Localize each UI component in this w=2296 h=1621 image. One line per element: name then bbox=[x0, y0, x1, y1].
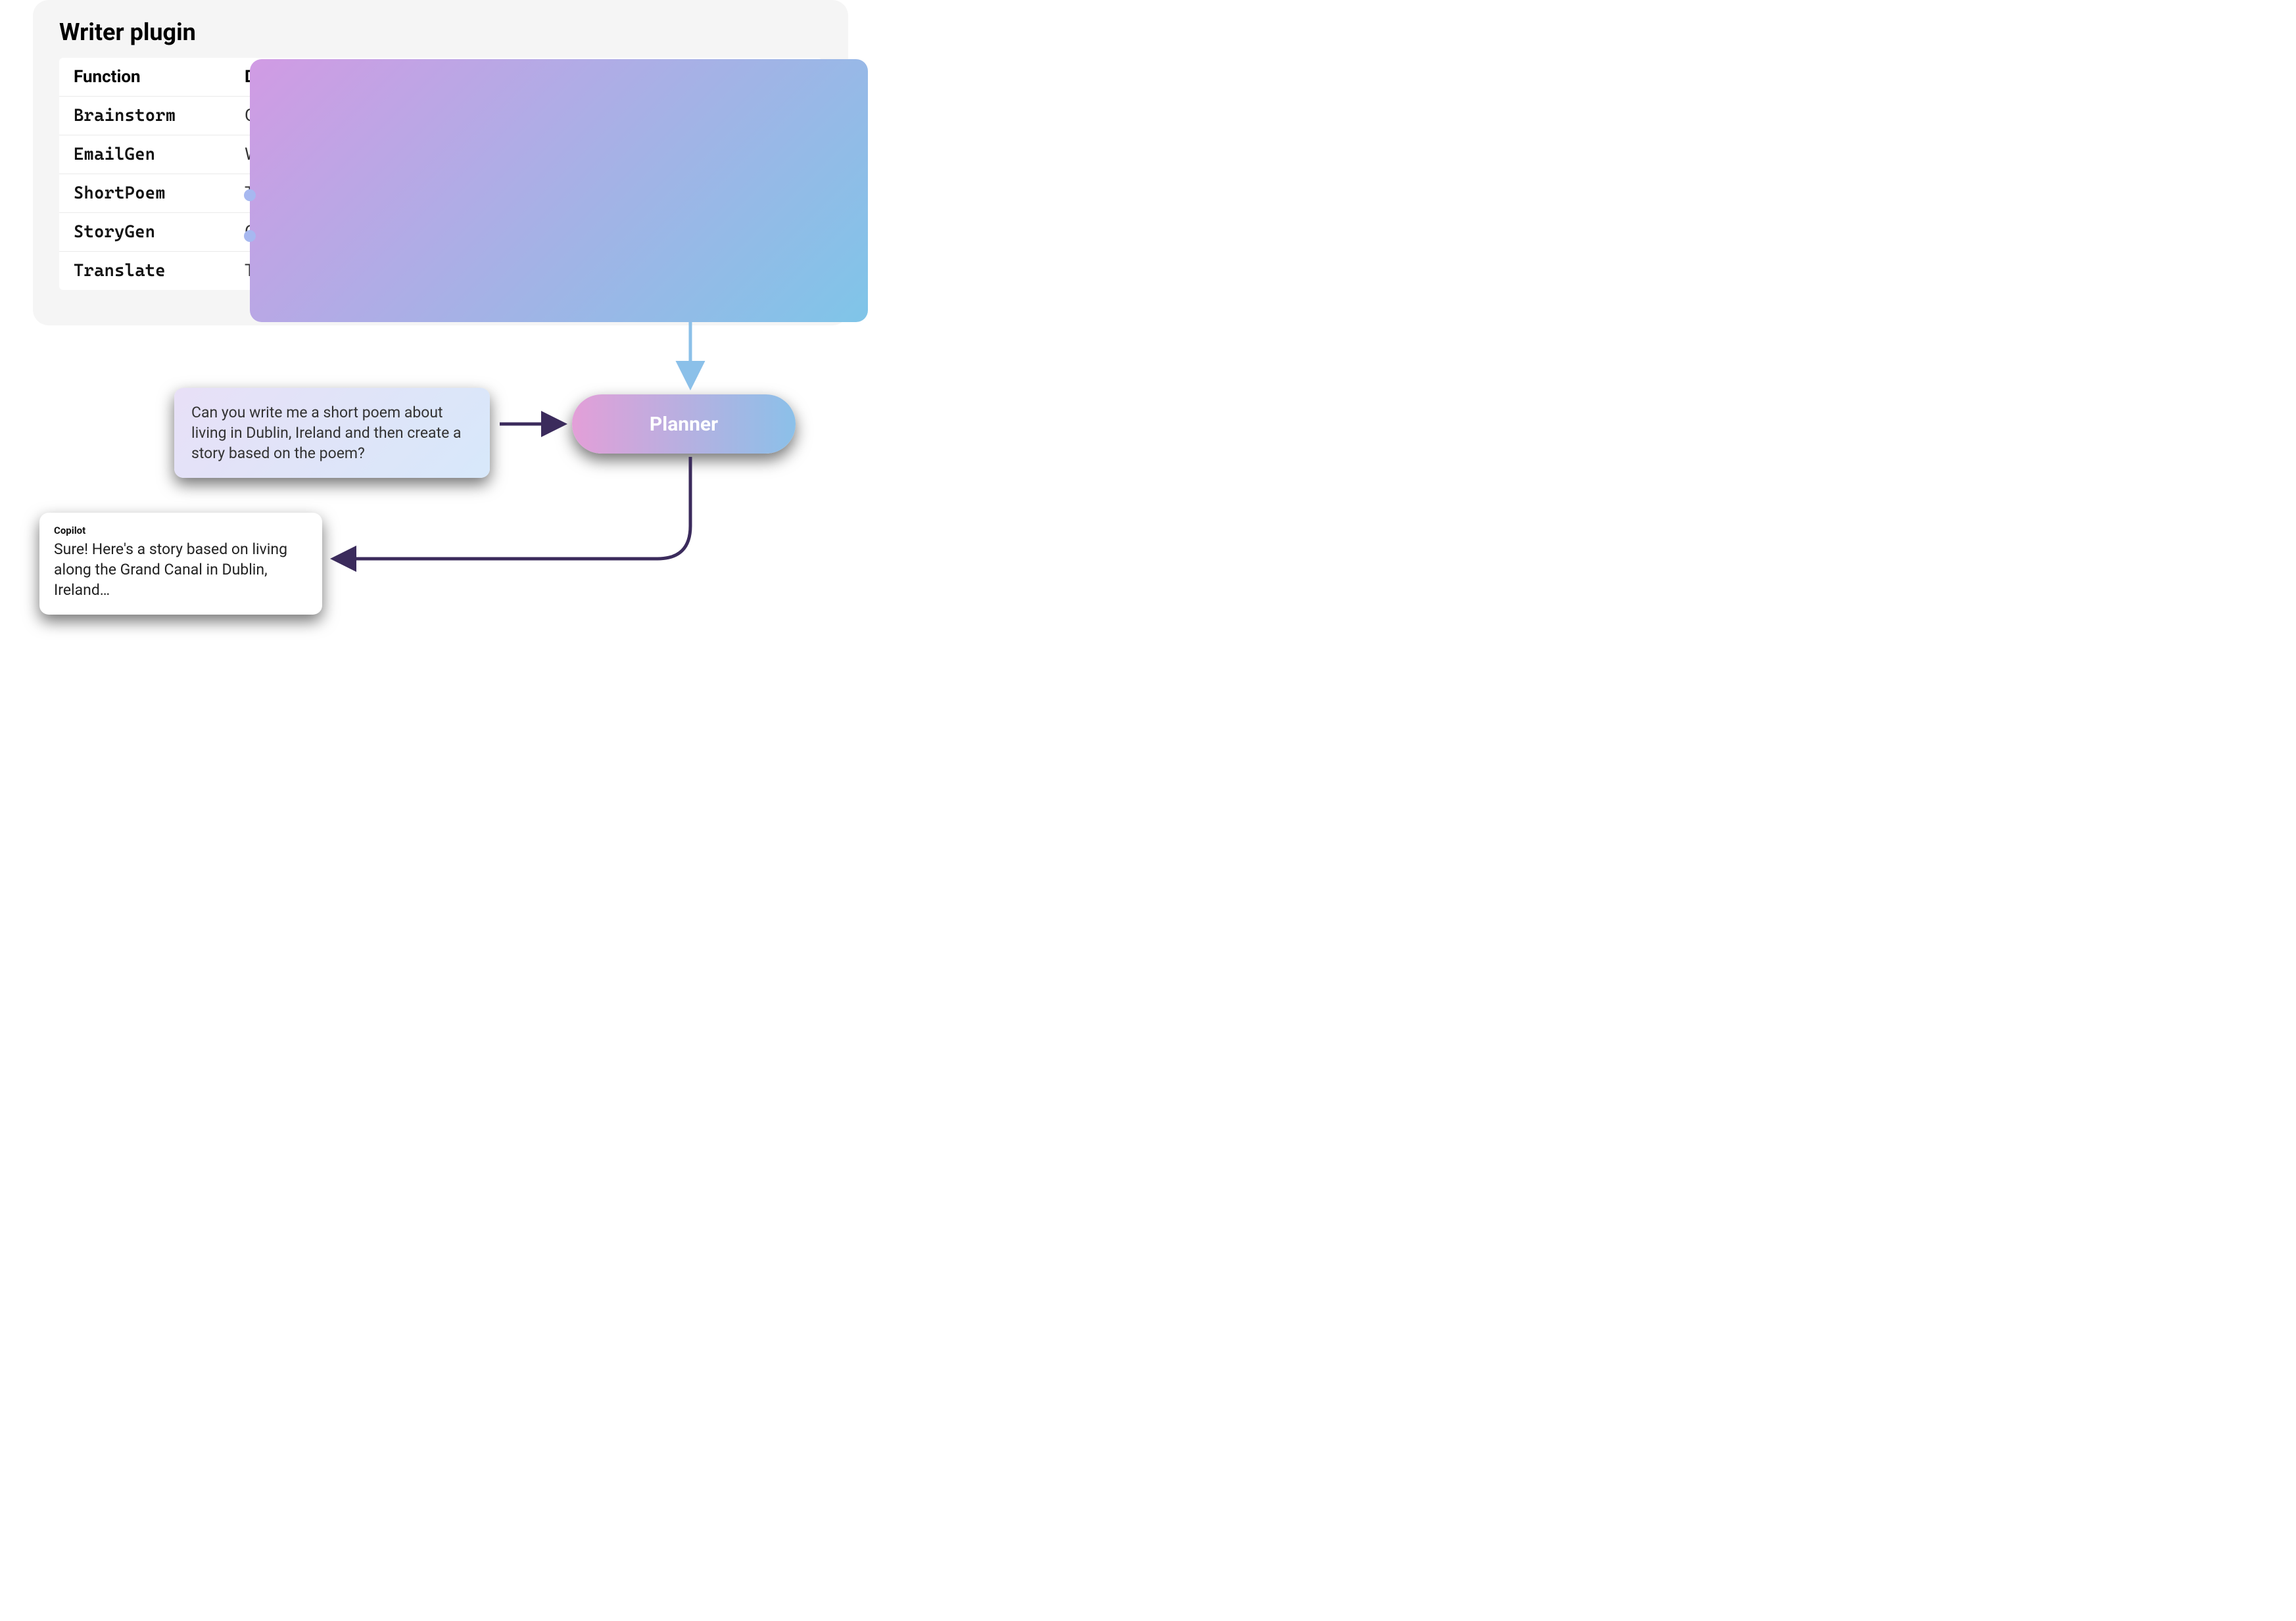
table-header-row: Function Description for model bbox=[59, 58, 822, 97]
header-function: Function bbox=[59, 58, 230, 97]
header-description: Description for model bbox=[230, 58, 822, 97]
cell-description: Write an email from the given bullet poi… bbox=[230, 135, 822, 174]
planner-node: Planner bbox=[572, 394, 796, 454]
table-row: EmailGen Write an email from the given b… bbox=[59, 135, 822, 174]
response-sender: Copilot bbox=[54, 525, 308, 536]
prompt-text: Can you write me a short poem about livi… bbox=[191, 404, 462, 462]
cell-description: Generate a list of synopsis for a novel … bbox=[230, 213, 822, 252]
cell-function: StoryGen bbox=[59, 213, 230, 252]
cell-function: Translate bbox=[59, 252, 230, 291]
cell-description: Given a goal or topic description genera… bbox=[230, 97, 822, 135]
cell-description: Turn a scenario into a short and enterta… bbox=[230, 174, 822, 213]
plugin-card: Writer plugin Function Description for m… bbox=[33, 0, 848, 325]
cell-function: Brainstorm bbox=[59, 97, 230, 135]
diagram-stage: Writer plugin Function Description for m… bbox=[0, 0, 914, 646]
response-body: Sure! Here's a story based on living alo… bbox=[54, 539, 308, 600]
table-row: StoryGen Generate a list of synopsis for… bbox=[59, 213, 822, 252]
planner-label: Planner bbox=[650, 413, 718, 436]
table-row: Translate Translate the input into a lan… bbox=[59, 252, 822, 291]
copilot-response-card: Copilot Sure! Here's a story based on li… bbox=[39, 513, 322, 615]
plugin-title: Writer plugin bbox=[59, 18, 822, 46]
cell-function: ShortPoem bbox=[59, 174, 230, 213]
plugin-table: Function Description for model Brainstor… bbox=[59, 58, 822, 290]
table-row: ShortPoem Turn a scenario into a short a… bbox=[59, 174, 822, 213]
user-prompt-bubble: Can you write me a short poem about livi… bbox=[174, 388, 490, 478]
table-row: Brainstorm Given a goal or topic descrip… bbox=[59, 97, 822, 135]
cell-function: EmailGen bbox=[59, 135, 230, 174]
cell-description: Translate the input into a language of y… bbox=[230, 252, 822, 291]
